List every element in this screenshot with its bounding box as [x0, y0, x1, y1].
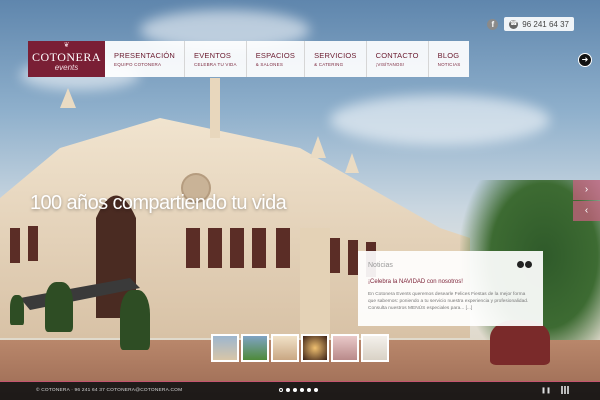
nav-subtitle: & SALONES: [255, 62, 284, 67]
news-box: Noticias ¡Celebra la NAVIDAD con nosotro…: [358, 251, 543, 326]
slide-headline: 100 años compartiendo tu vida: [30, 192, 287, 214]
main-nav: PRESENTACIÓN EQUIPO COTONERA EVENTOS CEL…: [105, 41, 470, 77]
footer-contact: © COTONERA · 96 241 64 37 COTONERA@COTON…: [36, 388, 183, 393]
slide-thumbnails: [211, 334, 389, 362]
footer-bar: © COTONERA · 96 241 64 37 COTONERA@COTON…: [0, 381, 600, 400]
phone-number: 96 241 64 37: [522, 19, 569, 29]
nav-item-espacios[interactable]: ESPACIOS & SALONES: [247, 41, 306, 77]
pager-dot[interactable]: [314, 388, 318, 392]
phone-badge[interactable]: ☎ 96 241 64 37: [504, 17, 574, 31]
pause-icon[interactable]: ❚❚: [541, 387, 551, 394]
nav-subtitle: NOTICIAS: [437, 62, 461, 67]
slide-pager: [279, 388, 318, 392]
nav-title: ESPACIOS: [255, 51, 296, 60]
scroll-arrow-icon[interactable]: ➜: [578, 53, 592, 67]
phone-icon: ☎: [509, 19, 519, 29]
slide-thumbnail[interactable]: [301, 334, 329, 362]
nav-subtitle: CELEBRA TU VIDA: [194, 62, 237, 67]
nav-title: CONTACTO: [375, 51, 419, 60]
nav-item-presentacion[interactable]: PRESENTACIÓN EQUIPO COTONERA: [105, 41, 186, 77]
hedge: [120, 290, 150, 350]
logo-sub: events: [54, 63, 79, 72]
nav-item-servicios[interactable]: SERVICIOS & CATERING: [305, 41, 367, 77]
nav-subtitle: EQUIPO COTONERA: [114, 62, 162, 67]
grid-icon[interactable]: [561, 386, 569, 394]
nav-title: BLOG: [437, 51, 460, 60]
footer-accent-line: [0, 381, 600, 382]
slide-thumbnail[interactable]: [241, 334, 269, 362]
news-pager[interactable]: [517, 261, 532, 268]
nav-title: EVENTOS: [194, 51, 232, 60]
slide-thumbnail[interactable]: [271, 334, 299, 362]
pager-dot[interactable]: [286, 388, 290, 392]
news-label: Noticias: [368, 262, 393, 269]
nav-subtitle: & CATERING: [314, 62, 344, 67]
pager-dot[interactable]: [293, 388, 297, 392]
slider-arrows: › ‹: [573, 180, 600, 222]
pager-dot[interactable]: [307, 388, 311, 392]
slide-thumbnail[interactable]: [331, 334, 359, 362]
nav-title: PRESENTACIÓN: [114, 51, 176, 60]
nav-item-blog[interactable]: BLOG NOTICIAS: [429, 41, 470, 77]
hedge: [10, 295, 24, 325]
slide-thumbnail[interactable]: [361, 334, 389, 362]
nav-item-eventos[interactable]: EVENTOS CELEBRA TU VIDA: [185, 41, 247, 77]
facebook-icon[interactable]: f: [487, 18, 499, 30]
logo[interactable]: ❦ COTONERA events: [28, 41, 105, 77]
logo-name: COTONERA: [31, 50, 102, 64]
chevron-right-icon[interactable]: ›: [573, 180, 600, 200]
news-dot[interactable]: [517, 261, 524, 268]
hedge: [45, 282, 73, 332]
header-contact: f ☎ 96 241 64 37: [487, 17, 574, 31]
nav-item-contacto[interactable]: CONTACTO ¡VISÍTANOS!: [367, 41, 429, 77]
pager-dot[interactable]: [279, 388, 283, 392]
pager-dot[interactable]: [300, 388, 304, 392]
slide-thumbnail[interactable]: [211, 334, 239, 362]
historic-building: [0, 78, 470, 338]
news-excerpt: En Cotonera Events queremos desearle Fel…: [368, 292, 529, 311]
nav-subtitle: ¡VISÍTANOS!: [375, 62, 405, 67]
flower-bed: [490, 320, 550, 365]
nav-title: SERVICIOS: [314, 51, 357, 60]
chevron-left-icon[interactable]: ‹: [573, 201, 600, 221]
news-title-link[interactable]: ¡Celebra la NAVIDAD con nosotros!: [358, 276, 543, 285]
news-dot[interactable]: [525, 261, 532, 268]
